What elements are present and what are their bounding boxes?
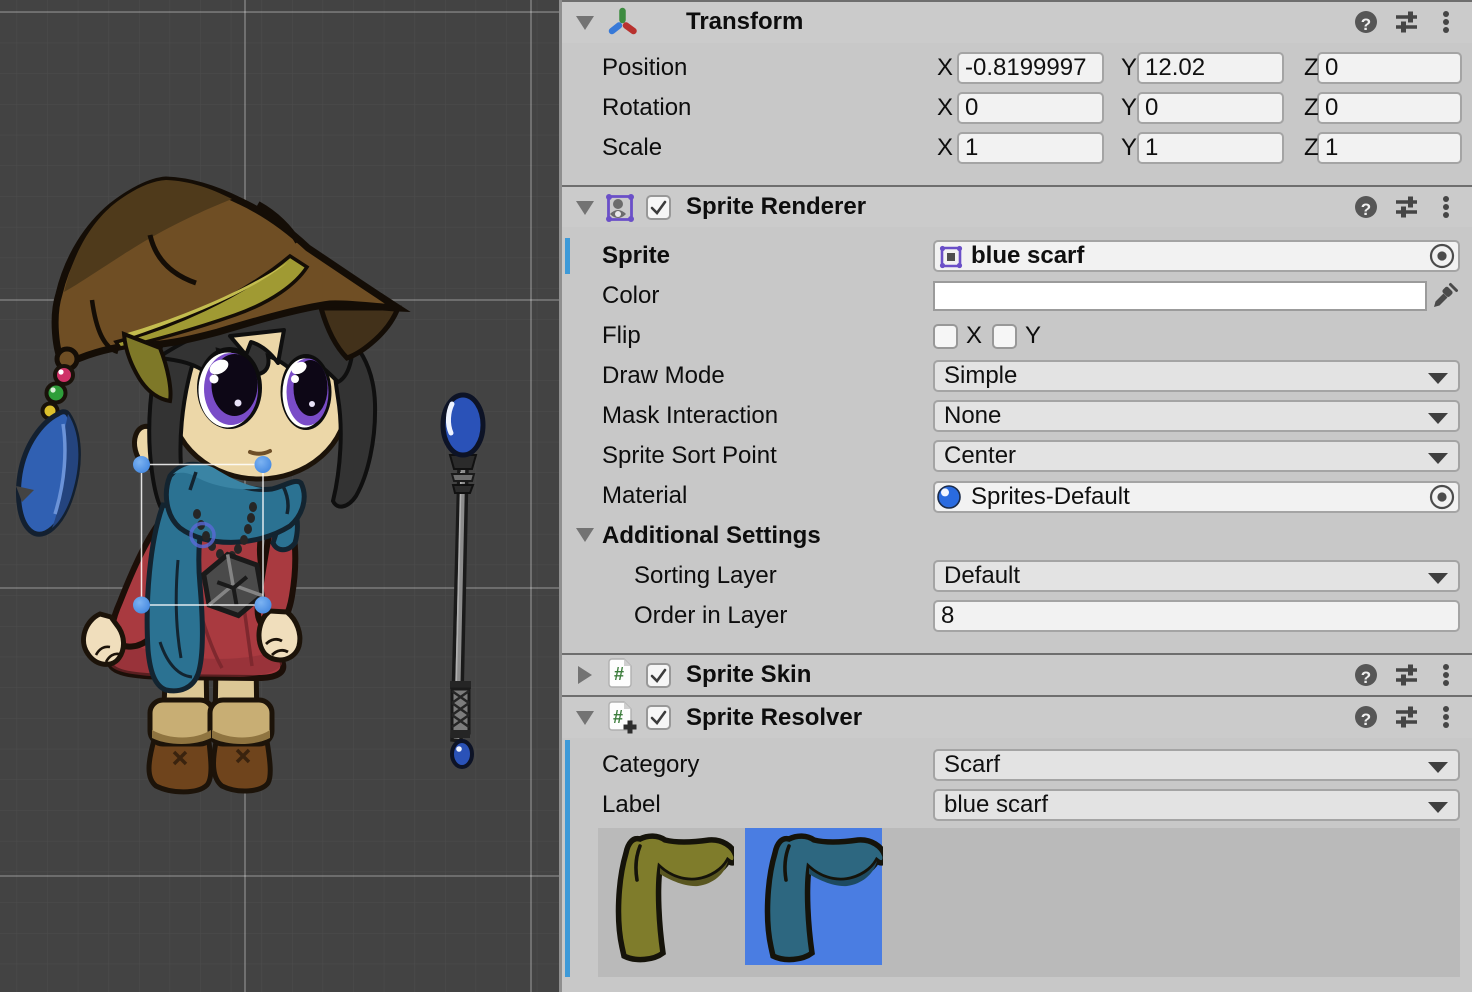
svg-text:#: #	[613, 707, 623, 727]
svg-text:?: ?	[1361, 668, 1371, 687]
svg-text:#: #	[614, 664, 624, 684]
svg-text:?: ?	[1361, 200, 1371, 219]
svg-text:?: ?	[1361, 710, 1371, 729]
svg-text:?: ?	[1361, 15, 1371, 34]
